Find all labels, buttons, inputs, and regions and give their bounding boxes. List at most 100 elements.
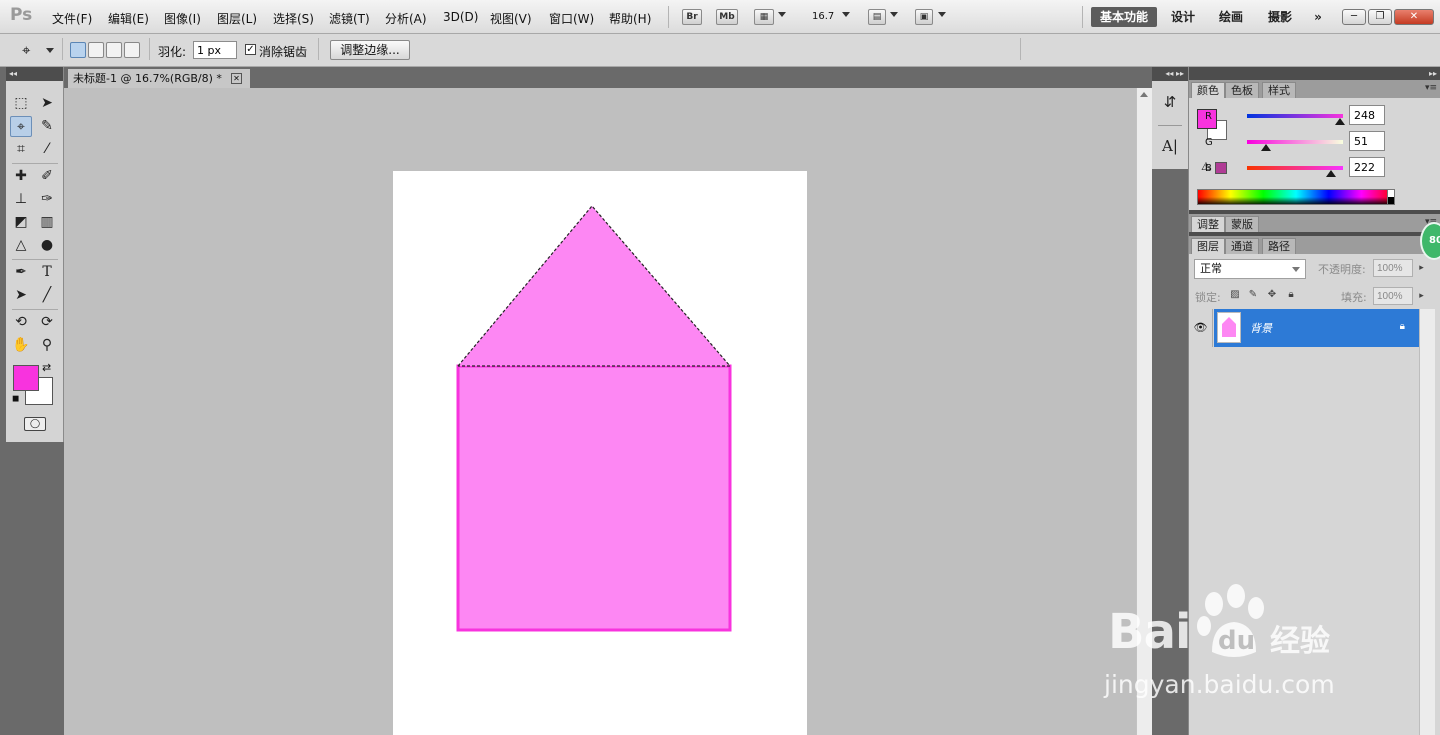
arrange-documents-icon[interactable]: ▤ [868,9,886,25]
dodge-tool-icon[interactable]: ● [36,235,58,256]
close-icon[interactable]: ✕ [231,73,242,84]
chevron-down-icon[interactable] [778,12,786,17]
tab-channels[interactable]: 通道 [1225,238,1259,254]
tab-color[interactable]: 颜色 [1191,82,1225,98]
tab-adjustments[interactable]: 调整 [1191,216,1225,232]
pink-square-shape[interactable] [456,364,732,632]
lock-transparent-icon[interactable]: ▨ [1229,289,1241,301]
type-tool-icon[interactable]: T [36,262,58,283]
triangle-selection[interactable] [458,206,730,366]
gradient-tool-icon[interactable]: ▥ [36,212,58,233]
eyedropper-tool-icon[interactable]: ⁄ [36,139,58,160]
panel-header[interactable]: ▸▸ [1189,67,1440,81]
menu-window[interactable]: 窗口(W) [549,10,594,27]
chevron-down-icon[interactable] [46,48,54,53]
chevron-down-icon[interactable] [938,12,946,17]
chevron-down-icon[interactable] [890,12,898,17]
mini-bridge-button[interactable]: Mb [716,9,738,25]
pen-tool-icon[interactable]: ✒ [10,262,32,283]
eye-icon[interactable]: 👁︎ [1189,309,1213,347]
layers-scrollbar[interactable] [1419,309,1435,735]
move-tool-icon[interactable]: ➤ [36,93,58,114]
tools-panel-header[interactable]: ◂◂ [6,67,63,81]
crop-tool-icon[interactable]: ⌗ [10,139,32,160]
bridge-button[interactable]: Br [682,9,702,25]
swap-colors-icon[interactable]: ⇄ [42,361,51,374]
lock-pixels-icon[interactable]: ✎ [1247,289,1259,301]
green-slider-thumb[interactable] [1261,144,1272,151]
layer-item[interactable]: 背景 🔒︎ [1214,309,1419,347]
polygonal-lasso-tool-icon[interactable]: ⌖ [22,41,30,59]
red-value-input[interactable] [1349,105,1385,125]
fill-input[interactable] [1373,287,1413,305]
opacity-input[interactable] [1373,259,1413,277]
quick-mask-icon[interactable]: ◯ [24,417,46,431]
notification-badge[interactable]: 80 [1420,222,1440,260]
panel-menu-icon[interactable]: ▾≡ [1425,83,1437,93]
marquee-tool-icon[interactable]: ⬚ [10,93,32,114]
tab-layers[interactable]: 图层 [1191,238,1225,254]
3d-orbit-tool-icon[interactable]: ⟳ [36,312,58,333]
workspace-more-icon[interactable]: » [1308,7,1328,27]
menu-view[interactable]: 视图(V) [490,10,532,27]
intersect-selection-icon[interactable] [124,42,140,58]
workspace-design[interactable]: 设计 [1168,7,1198,27]
blur-tool-icon[interactable]: △ [10,235,32,256]
brush-tool-icon[interactable]: ✐ [36,166,58,187]
lock-all-icon[interactable]: 🔒︎ [1285,289,1297,301]
lock-position-icon[interactable]: ✥ [1266,289,1278,301]
clone-stamp-tool-icon[interactable]: ⊥ [10,189,32,210]
house-drawing[interactable] [393,171,807,735]
chevron-down-icon[interactable] [842,12,850,17]
menu-analysis[interactable]: 分析(A) [385,10,427,27]
tab-swatches[interactable]: 色板 [1225,82,1259,98]
feather-input[interactable] [193,41,237,59]
red-slider-thumb[interactable] [1335,118,1346,125]
layer-row[interactable]: 👁︎ 背景 🔒︎ [1189,309,1419,347]
antialias-checkbox[interactable]: ✓ [245,44,256,55]
workspace-painting[interactable]: 绘画 [1216,7,1246,27]
line-tool-icon[interactable]: ╱ [36,285,58,306]
blue-value-input[interactable] [1349,157,1385,177]
subtract-from-selection-icon[interactable] [106,42,122,58]
zoom-level[interactable]: 16.7 [812,11,834,22]
green-value-input[interactable] [1349,131,1385,151]
new-selection-icon[interactable] [70,42,86,58]
menu-select[interactable]: 选择(S) [273,10,314,27]
opacity-arrow-icon[interactable]: ▸ [1416,259,1427,277]
restore-icon[interactable]: ❐ [1368,9,1392,25]
menu-layer[interactable]: 图层(L) [217,10,257,27]
history-brush-tool-icon[interactable]: ✑ [36,189,58,210]
menu-filter[interactable]: 滤镜(T) [329,10,370,27]
view-extras-icon[interactable]: ▦ [754,9,774,25]
screen-mode-icon[interactable]: ▣ [915,9,933,25]
color-spectrum-bar[interactable] [1197,189,1395,205]
path-selection-tool-icon[interactable]: ➤ [10,285,32,306]
zoom-tool-icon[interactable]: ⚲ [36,335,58,356]
add-to-selection-icon[interactable] [88,42,104,58]
workspace-photography[interactable]: 摄影 [1265,7,1295,27]
refine-edge-button[interactable]: 调整边缘... [330,40,410,60]
quick-selection-tool-icon[interactable]: ✎ [36,116,58,137]
blue-slider-thumb[interactable] [1325,170,1336,177]
menu-file[interactable]: 文件(F) [52,10,92,27]
document-canvas[interactable] [393,171,807,735]
tab-styles[interactable]: 样式 [1262,82,1296,98]
menu-3d[interactable]: 3D(D) [443,10,478,24]
lasso-tool-icon[interactable]: ⌖ [10,116,32,137]
tab-masks[interactable]: 蒙版 [1225,216,1259,232]
workspace-essentials[interactable]: 基本功能 [1091,7,1157,27]
hand-tool-icon[interactable]: ✋ [10,335,32,356]
red-slider-track[interactable] [1247,114,1343,118]
blend-mode-select[interactable]: 正常 [1194,259,1306,279]
tab-paths[interactable]: 路径 [1262,238,1296,254]
document-tab[interactable]: 未标题-1 @ 16.7%(RGB/8) * ✕ [68,69,250,88]
minimize-icon[interactable]: ─ [1342,9,1366,25]
scroll-up-icon[interactable] [1140,92,1148,97]
spot-healing-tool-icon[interactable]: ✚ [10,166,32,187]
history-panel-icon[interactable]: ⇵ [1160,93,1180,115]
gamut-color-chip[interactable] [1215,162,1227,174]
default-colors-icon[interactable]: ◼ [12,394,19,404]
eraser-tool-icon[interactable]: ◩ [10,212,32,233]
vertical-scrollbar[interactable] [1136,88,1152,735]
